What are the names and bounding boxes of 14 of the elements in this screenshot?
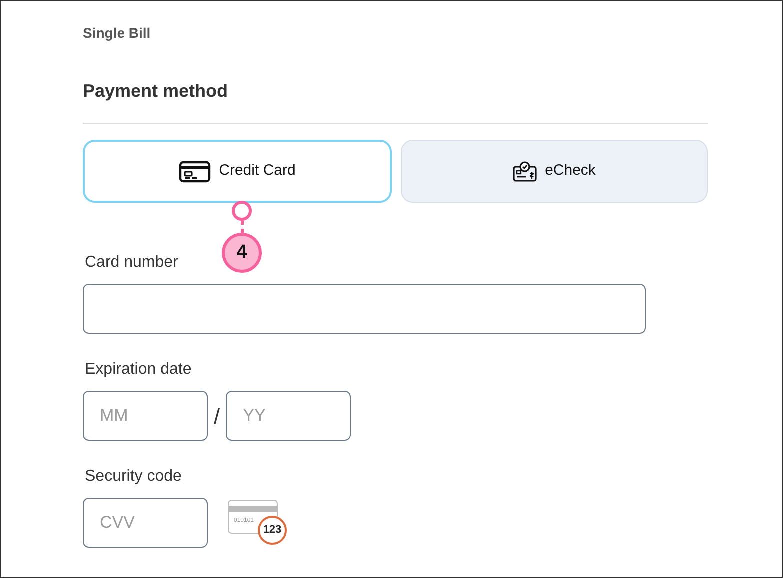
credit-card-icon	[179, 160, 212, 182]
check-payment-icon	[513, 160, 538, 182]
payment-tab[interactable]: Credit Card	[83, 140, 392, 203]
section-title: Payment method	[83, 80, 228, 103]
year-field[interactable]: YY	[226, 391, 352, 441]
date-separator: /	[214, 402, 220, 430]
card-number-field[interactable]	[83, 284, 646, 334]
cvv-field[interactable]: CVV	[83, 498, 208, 548]
field-label: Card number	[84, 253, 178, 273]
month-field[interactable]: MM	[83, 391, 208, 441]
payment-tab[interactable]: eCheck	[401, 140, 708, 203]
field-label: Expiration date	[84, 360, 192, 380]
page-header: Single Bill	[83, 24, 151, 43]
field-label: Security code	[84, 467, 182, 487]
